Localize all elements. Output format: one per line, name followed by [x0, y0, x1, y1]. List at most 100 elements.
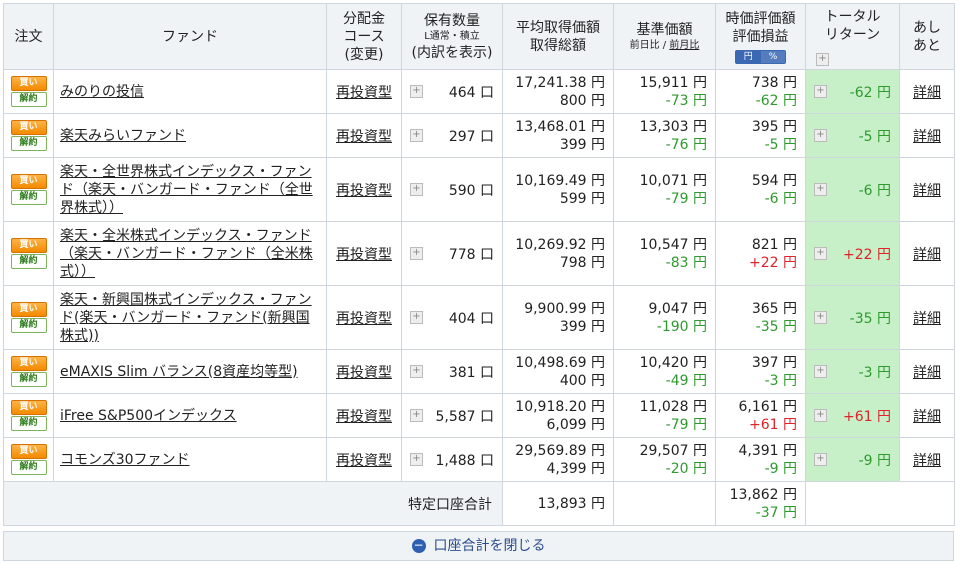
expand-plus-icon[interactable]: +: [410, 408, 423, 422]
sell-button[interactable]: 解約: [10, 372, 47, 387]
sell-button[interactable]: 解約: [10, 92, 47, 107]
buy-button[interactable]: 買い: [10, 238, 47, 253]
buy-button[interactable]: 買い: [10, 174, 47, 189]
expand-plus-icon[interactable]: +: [814, 182, 827, 196]
header-total-return: トータル リターン +: [805, 3, 900, 70]
fund-row: 買い 解約 楽天・全世界株式インデックス・ファンド（楽天・バンガード・ファンド（全世…: [3, 157, 955, 222]
sell-button[interactable]: 解約: [10, 460, 47, 475]
fund-name-link[interactable]: みのりの投信: [54, 83, 326, 101]
fund-name-link[interactable]: コモンズ30ファンド: [54, 451, 326, 469]
detail-link[interactable]: 詳細: [913, 183, 941, 199]
sell-button[interactable]: 解約: [10, 416, 47, 431]
buy-button[interactable]: 買い: [10, 400, 47, 415]
buy-button[interactable]: 買い: [10, 302, 47, 317]
header-quantity[interactable]: 保有数量 L通常・積立 (内訳を表示): [401, 3, 503, 70]
detail-cell: 詳細: [899, 437, 955, 482]
total-return-cell: + +22 円: [805, 221, 900, 286]
quantity-cell: +5,587 口: [401, 393, 503, 438]
expand-plus-icon[interactable]: +: [814, 408, 827, 422]
detail-link[interactable]: 詳細: [913, 453, 941, 469]
close-account-total-button[interactable]: − 口座合計を閉じる: [3, 531, 954, 561]
day-change-toggle[interactable]: 前日比: [630, 40, 660, 51]
header-course: 分配金 コース (変更): [326, 3, 402, 70]
expand-plus-icon[interactable]: +: [814, 128, 827, 142]
fund-row: 買い 解約 コモンズ30ファンド 再投資型 +1,488 口 29,569.89 円 4,3…: [3, 437, 955, 482]
detail-link[interactable]: 詳細: [913, 85, 941, 101]
order-cell: 買い 解約: [3, 113, 54, 158]
detail-cell: 詳細: [899, 113, 955, 158]
distribution-course-link[interactable]: 再投資型: [336, 453, 392, 469]
distribution-course-link[interactable]: 再投資型: [336, 409, 392, 425]
distribution-course-link[interactable]: 再投資型: [336, 247, 392, 263]
detail-link[interactable]: 詳細: [913, 311, 941, 327]
expand-plus-icon[interactable]: +: [814, 246, 827, 260]
sell-button[interactable]: 解約: [10, 190, 47, 205]
distribution-course-link[interactable]: 再投資型: [336, 183, 392, 199]
fund-holdings-panel: 注文 ファンド 分配金 コース (変更) 保有数量 L通常・積立 (内訳を表示) 平…: [3, 3, 955, 526]
quantity-value: 464 口: [448, 84, 494, 101]
unit-toggle-percent[interactable]: %: [760, 50, 786, 63]
fund-name-link[interactable]: 楽天・新興国株式インデックス・ファンド(楽天・バンガード・ファンド(新興国株式)…: [54, 291, 326, 345]
buy-button[interactable]: 買い: [10, 444, 47, 459]
valuation-cell: 738 円 -62 円: [715, 69, 806, 114]
detail-link[interactable]: 詳細: [913, 409, 941, 425]
expand-plus-icon[interactable]: +: [410, 452, 423, 466]
course-cell: 再投資型: [326, 221, 402, 286]
valuation-cell: 594 円 -6 円: [715, 157, 806, 222]
unit-toggle-yen[interactable]: 円: [735, 50, 761, 63]
base-price-cell: 13,303 円 -76 円: [613, 113, 716, 158]
expand-plus-icon[interactable]: +: [814, 452, 827, 466]
expand-plus-icon[interactable]: +: [410, 310, 423, 324]
distribution-course-link[interactable]: 再投資型: [336, 311, 392, 327]
course-cell: 再投資型: [326, 393, 402, 438]
fund-name-link[interactable]: iFree S&P500インデックス: [54, 407, 326, 425]
detail-link[interactable]: 詳細: [913, 247, 941, 263]
detail-link[interactable]: 詳細: [913, 365, 941, 381]
course-cell: 再投資型: [326, 69, 402, 114]
unit-toggle[interactable]: 円%: [734, 49, 787, 64]
avg-price-cell: 29,569.89 円 4,399 円: [502, 437, 614, 482]
sell-button[interactable]: 解約: [10, 136, 47, 151]
buy-button[interactable]: 買い: [10, 120, 47, 135]
fund-name-link[interactable]: 楽天・全米株式インデックス・ファンド（楽天・バンガード・ファンド（全米株式））: [54, 227, 326, 281]
base-price-cell: 10,547 円 -83 円: [613, 221, 716, 286]
expand-plus-icon[interactable]: +: [410, 364, 423, 378]
detail-cell: 詳細: [899, 393, 955, 438]
fund-name-cell: 楽天・全米株式インデックス・ファンド（楽天・バンガード・ファンド（全米株式））: [53, 221, 327, 286]
buy-button[interactable]: 買い: [10, 356, 47, 371]
detail-link[interactable]: 詳細: [913, 129, 941, 145]
order-cell: 買い 解約: [3, 437, 54, 482]
quantity-value: 404 口: [448, 310, 494, 327]
fund-name-link[interactable]: 楽天・全世界株式インデックス・ファンド（楽天・バンガード・ファンド（全世界株式）…: [54, 163, 326, 217]
sell-button[interactable]: 解約: [10, 318, 47, 333]
base-price-cell: 10,071 円 -79 円: [613, 157, 716, 222]
distribution-course-link[interactable]: 再投資型: [336, 129, 392, 145]
order-cell: 買い 解約: [3, 285, 54, 350]
close-account-total-label: 口座合計を閉じる: [433, 538, 546, 554]
buy-button[interactable]: 買い: [10, 76, 47, 91]
header-avg-price: 平均取得価額 取得総額: [502, 3, 614, 70]
fund-name-link[interactable]: eMAXIS Slim バランス(8資産均等型): [54, 363, 326, 381]
expand-plus-icon[interactable]: +: [410, 84, 423, 98]
month-change-toggle[interactable]: 前月比: [669, 40, 699, 51]
avg-price-cell: 10,498.69 円 400 円: [502, 349, 614, 394]
show-breakdown-link[interactable]: (内訳を表示): [402, 44, 502, 62]
quantity-value: 5,587 口: [435, 408, 494, 425]
distribution-course-link[interactable]: 再投資型: [336, 365, 392, 381]
fund-name-link[interactable]: 楽天みらいファンド: [54, 127, 326, 145]
avg-price-cell: 9,900.99 円 399 円: [502, 285, 614, 350]
valuation-cell: 821 円 +22 円: [715, 221, 806, 286]
expand-plus-icon[interactable]: +: [816, 52, 829, 66]
expand-plus-icon[interactable]: +: [410, 128, 423, 142]
distribution-course-link[interactable]: 再投資型: [336, 85, 392, 101]
expand-plus-icon[interactable]: +: [814, 364, 827, 378]
expand-plus-icon[interactable]: +: [814, 310, 827, 324]
quantity-cell: +404 口: [401, 285, 503, 350]
expand-plus-icon[interactable]: +: [410, 182, 423, 196]
expand-plus-icon[interactable]: +: [814, 84, 827, 98]
sell-button[interactable]: 解約: [10, 254, 47, 269]
total-return-cell: + -62 円: [805, 69, 900, 114]
base-price-cell: 11,028 円 -79 円: [613, 393, 716, 438]
expand-plus-icon[interactable]: +: [410, 246, 423, 260]
base-price-cell: 15,911 円 -73 円: [613, 69, 716, 114]
